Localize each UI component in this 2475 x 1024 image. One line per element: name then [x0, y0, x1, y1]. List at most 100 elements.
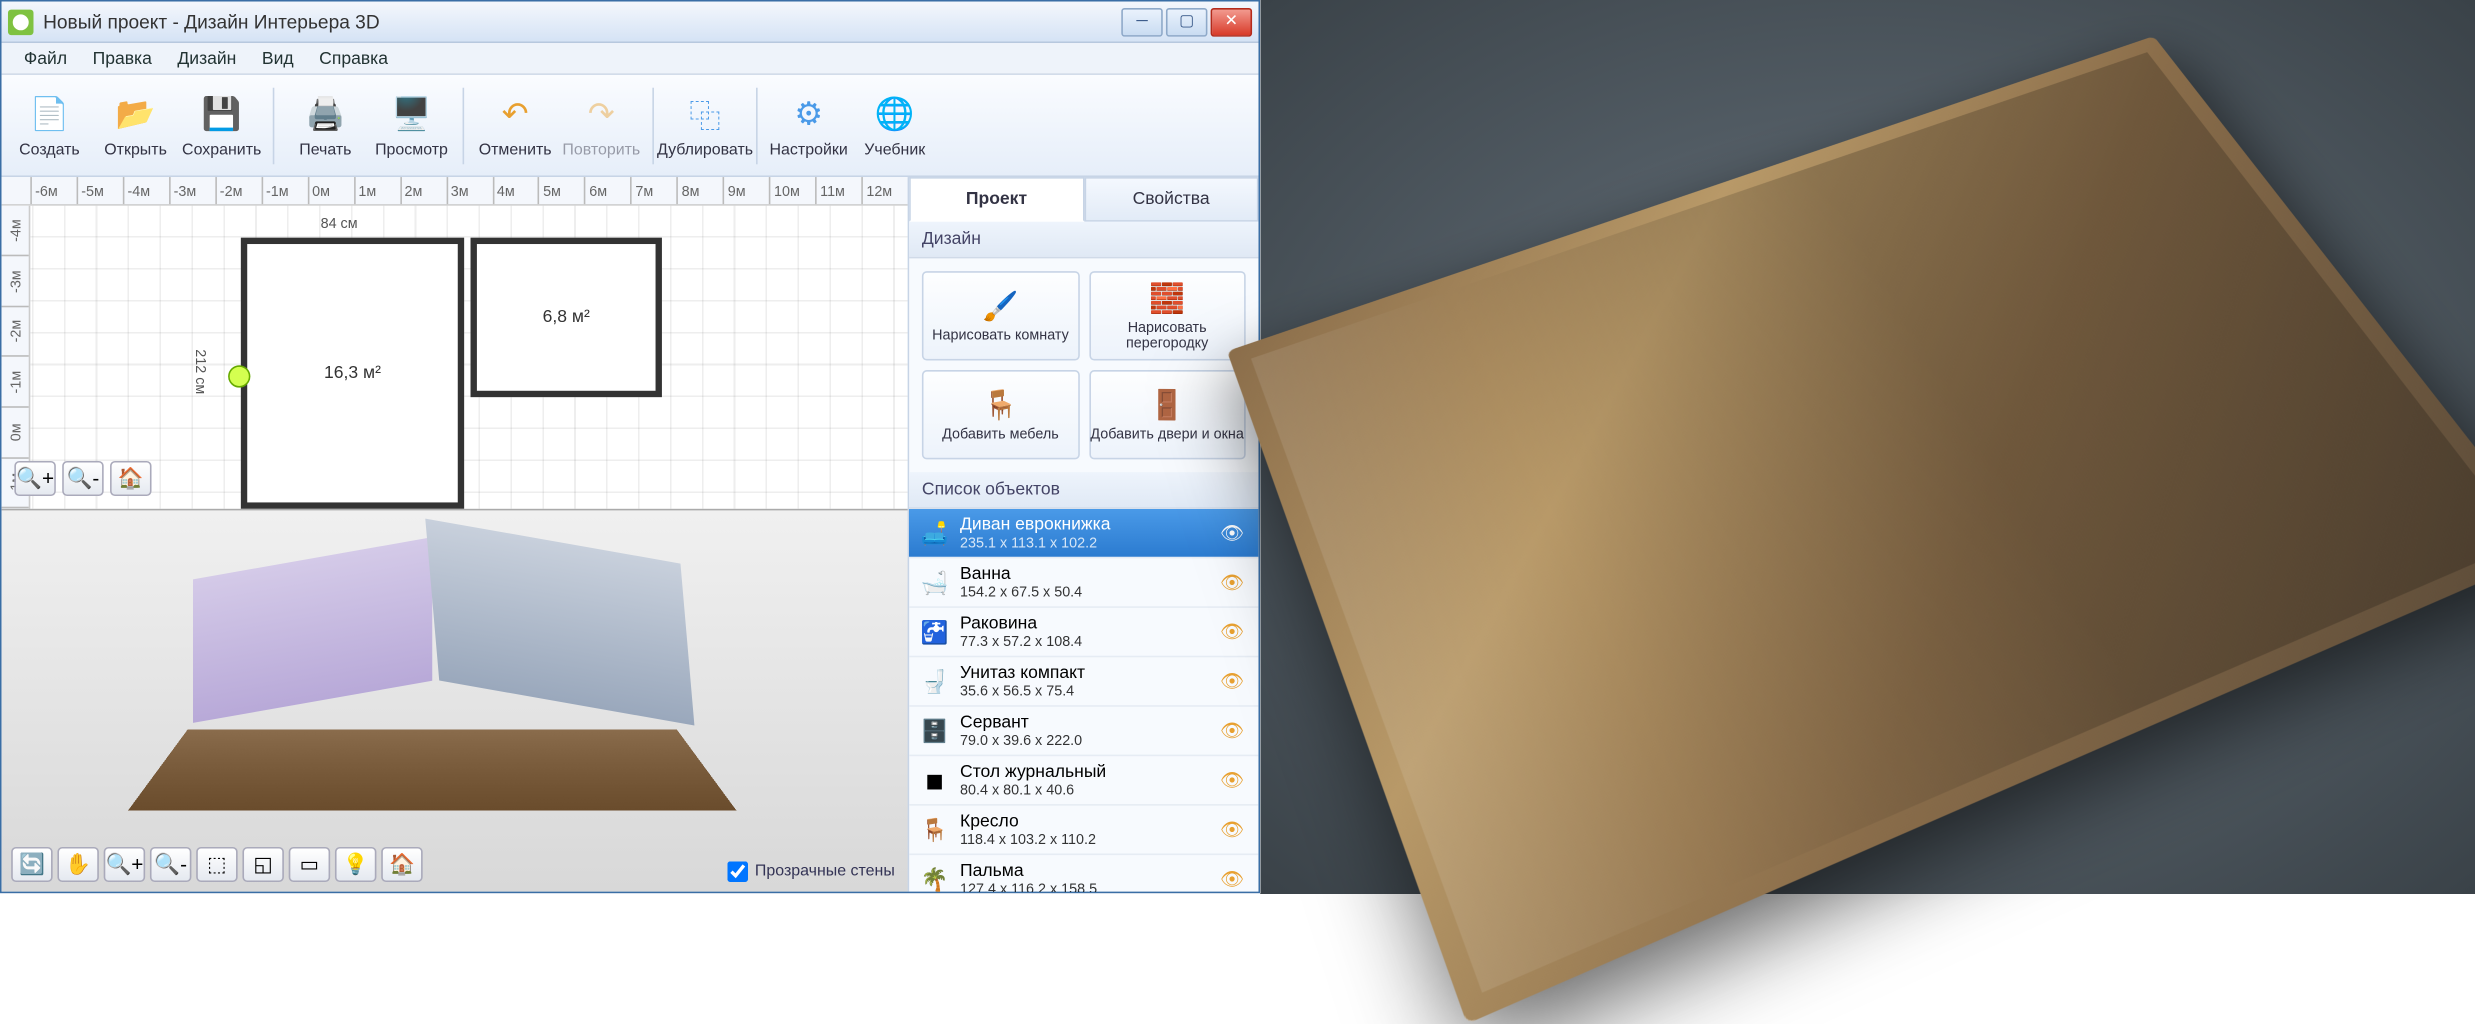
object-dimensions: 35.6 x 56.5 x 75.4 [960, 683, 1210, 699]
orbit-button[interactable]: 🔄 [11, 847, 52, 882]
floorplan-render-iso [1226, 36, 2475, 1024]
printer-icon: 🖨️ [303, 92, 348, 137]
open-button[interactable]: 📂Открыть [94, 81, 177, 170]
panel-tabs: Проект Свойства [909, 177, 1258, 222]
preview-button[interactable]: 🖥️Просмотр [370, 81, 453, 170]
menu-design[interactable]: Дизайн [165, 45, 250, 71]
paint-icon: 🖌️ [983, 289, 1019, 322]
canvas-panel: -6м -5м -4м -3м -2м -1м 0м 1м 2м 3м 4м 5… [2, 177, 908, 892]
side-panel: Проект Свойства Дизайн 🖌️Нарисовать комн… [908, 177, 1259, 892]
camera-button[interactable]: ▭ [289, 847, 330, 882]
transparent-walls-toggle[interactable]: Прозрачные стены [728, 861, 895, 882]
undo-button[interactable]: ↶Отменить [474, 81, 557, 170]
menu-file[interactable]: Файл [11, 45, 80, 71]
draw-room-button[interactable]: 🖌️Нарисовать комнату [922, 271, 1079, 360]
object-icon: 🛋️ [919, 517, 951, 549]
design-grid: 🖌️Нарисовать комнату 🧱Нарисовать перегор… [909, 258, 1258, 472]
object-dimensions: 80.4 x 80.1 x 40.6 [960, 782, 1210, 798]
object-list[interactable]: 🛋️ Диван еврокнижка 235.1 x 113.1 x 102.… [909, 509, 1258, 892]
object-item[interactable]: 🗄️ Сервант 79.0 x 39.6 x 222.0 👁 [909, 707, 1258, 756]
object-item[interactable]: 🚽 Унитаз компакт 35.6 x 56.5 x 75.4 👁 [909, 657, 1258, 706]
menu-view[interactable]: Вид [249, 45, 306, 71]
object-item[interactable]: 🛁 Ванна 154.2 x 67.5 x 50.4 👁 [909, 558, 1258, 607]
object-item[interactable]: 🛋️ Диван еврокнижка 235.1 x 113.1 x 102.… [909, 509, 1258, 558]
transparent-walls-checkbox[interactable] [728, 861, 749, 882]
add-furniture-button[interactable]: 🪑Добавить мебель [922, 370, 1079, 459]
visibility-eye-icon[interactable]: 👁 [1220, 719, 1249, 741]
close-button[interactable]: ✕ [1211, 7, 1252, 36]
separator [463, 87, 465, 164]
room-1[interactable]: 16,3 м² [241, 238, 464, 509]
zoom-in-button[interactable]: 🔍+ [14, 461, 55, 496]
canvas-3d[interactable]: 🔄 ✋ 🔍+ 🔍- ⬚ ◱ ▭ 💡 🏠 Прозрачные стены [2, 509, 908, 892]
object-name: Сервант [960, 713, 1210, 732]
home-3d-button[interactable]: 🏠 [381, 847, 422, 882]
separator [273, 87, 275, 164]
globe-icon: 🌐 [872, 92, 917, 137]
menubar: Файл Правка Дизайн Вид Справка [2, 43, 1259, 75]
object-name: Кресло [960, 812, 1210, 831]
perspective-button[interactable]: ◱ [242, 847, 283, 882]
visibility-eye-icon[interactable]: 👁 [1220, 769, 1249, 791]
settings-button[interactable]: ⚙Настройки [767, 81, 850, 170]
visibility-eye-icon[interactable]: 👁 [1220, 620, 1249, 642]
menu-edit[interactable]: Правка [80, 45, 165, 71]
object-dimensions: 235.1 x 113.1 x 102.2 [960, 534, 1210, 550]
object-item[interactable]: 🌴 Пальма 127.4 x 116.2 x 158.5 👁 [909, 855, 1258, 892]
draw-partition-button[interactable]: 🧱Нарисовать перегородку [1089, 271, 1246, 360]
toolbar-3d: 🔄 ✋ 🔍+ 🔍- ⬚ ◱ ▭ 💡 🏠 [11, 847, 423, 882]
object-icon: 🌴 [919, 863, 951, 892]
window-title: Новый проект - Дизайн Интерьера 3D [43, 10, 1121, 32]
object-item[interactable]: 🪑 Кресло 118.4 x 103.2 x 110.2 👁 [909, 805, 1258, 854]
canvas-2d[interactable]: -4м -3м -2м -1м 0м 1м 84 см 212 см 16,3 … [2, 206, 908, 509]
duplicate-button[interactable]: ⿻Дублировать [664, 81, 747, 170]
menu-help[interactable]: Справка [306, 45, 400, 71]
visibility-eye-icon[interactable]: 👁 [1220, 571, 1249, 593]
object-icon: 🚰 [919, 616, 951, 648]
object-dimensions: 118.4 x 103.2 x 110.2 [960, 831, 1210, 847]
top-view-button[interactable]: ⬚ [196, 847, 237, 882]
print-button[interactable]: 🖨️Печать [284, 81, 367, 170]
3d-rendering-image [1260, 0, 2475, 894]
copy-icon: ⿻ [683, 92, 728, 137]
visibility-eye-icon[interactable]: 👁 [1220, 670, 1249, 692]
maximize-button[interactable]: ▢ [1166, 7, 1207, 36]
visibility-eye-icon[interactable]: 👁 [1220, 868, 1249, 890]
drag-handle[interactable] [228, 365, 250, 387]
object-item[interactable]: 🚰 Раковина 77.3 x 57.2 x 108.4 👁 [909, 608, 1258, 657]
monitor-icon: 🖥️ [389, 92, 434, 137]
tab-properties[interactable]: Свойства [1084, 177, 1259, 222]
object-name: Диван еврокнижка [960, 515, 1210, 534]
design-section-title: Дизайн [909, 222, 1258, 259]
room-2[interactable]: 6,8 м² [471, 238, 662, 398]
light-button[interactable]: 💡 [335, 847, 376, 882]
object-icon: ◼ [919, 764, 951, 796]
textbook-button[interactable]: 🌐Учебник [853, 81, 936, 170]
object-name: Ванна [960, 565, 1210, 584]
gear-icon: ⚙ [786, 92, 831, 137]
object-dimensions: 77.3 x 57.2 x 108.4 [960, 633, 1210, 649]
object-item[interactable]: ◼ Стол журнальный 80.4 x 80.1 x 40.6 👁 [909, 756, 1258, 805]
add-doors-button[interactable]: 🚪Добавить двери и окна [1089, 370, 1246, 459]
save-button[interactable]: 💾Сохранить [180, 81, 263, 170]
object-icon: 🚽 [919, 665, 951, 697]
visibility-eye-icon[interactable]: 👁 [1220, 522, 1249, 544]
minimize-button[interactable]: ─ [1121, 7, 1162, 36]
create-button[interactable]: 📄Создать [8, 81, 91, 170]
pan-button[interactable]: ✋ [57, 847, 98, 882]
new-file-icon: 📄 [27, 92, 72, 137]
brick-icon: 🧱 [1149, 282, 1185, 315]
home-button[interactable]: 🏠 [110, 461, 151, 496]
zoom-in-3d-button[interactable]: 🔍+ [104, 847, 145, 882]
objects-section-title: Список объектов [909, 472, 1258, 509]
chair-icon: 🪑 [983, 388, 1019, 421]
titlebar: Новый проект - Дизайн Интерьера 3D ─ ▢ ✕ [2, 2, 1259, 43]
redo-button[interactable]: ↷Повторить [560, 81, 643, 170]
tab-project[interactable]: Проект [909, 177, 1084, 222]
floorplan[interactable]: 84 см 212 см 16,3 м² 6,8 м² [241, 238, 688, 509]
zoom-out-3d-button[interactable]: 🔍- [150, 847, 191, 882]
zoom-out-button[interactable]: 🔍- [62, 461, 103, 496]
app-window: Новый проект - Дизайн Интерьера 3D ─ ▢ ✕… [0, 0, 1260, 893]
visibility-eye-icon[interactable]: 👁 [1220, 818, 1249, 840]
app-icon [8, 9, 34, 35]
